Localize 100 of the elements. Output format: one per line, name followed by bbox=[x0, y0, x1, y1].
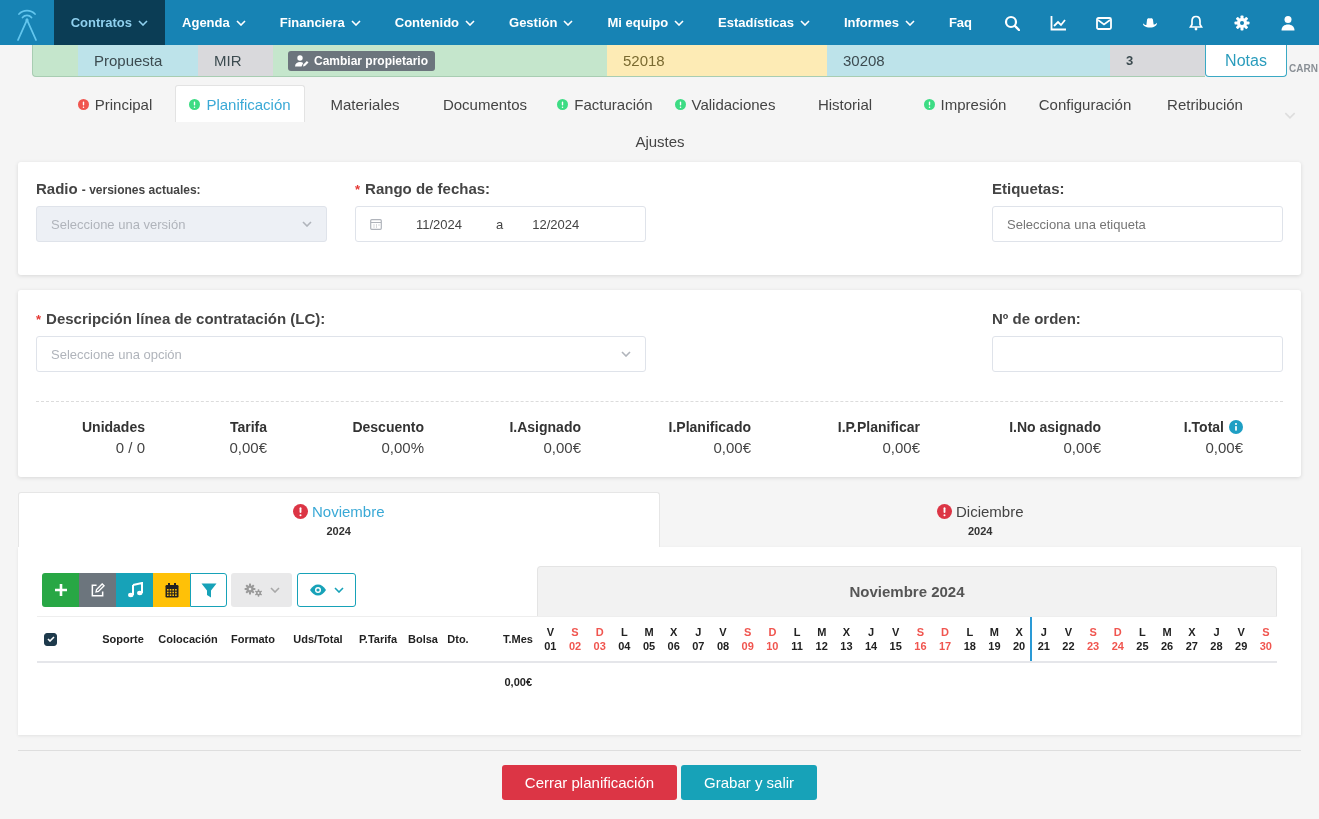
nav-menu-item[interactable]: Agenda bbox=[165, 0, 263, 45]
summary-label: Unidades bbox=[82, 419, 145, 435]
summary-value: 0,00% bbox=[381, 439, 424, 456]
mail-icon bbox=[1096, 14, 1112, 31]
required-mark: * bbox=[36, 312, 42, 327]
nav-menu-item[interactable]: Contenido bbox=[377, 0, 492, 45]
status-strip bbox=[32, 45, 78, 77]
section-tab[interactable]: Principal bbox=[55, 85, 175, 122]
column-header: T.Mes bbox=[503, 633, 533, 645]
line-chart-icon bbox=[1050, 14, 1066, 31]
day-header: L 11 bbox=[790, 625, 804, 654]
save-and-exit-button[interactable]: Grabar y salir bbox=[681, 765, 818, 800]
order-number-field[interactable] bbox=[992, 336, 1283, 372]
day-header: M 05 bbox=[641, 625, 657, 654]
section-tab[interactable]: Validaciones bbox=[665, 85, 785, 122]
field-label: Etiquetas: bbox=[992, 180, 1066, 197]
change-owner-button[interactable]: Cambiar propietario bbox=[288, 50, 436, 71]
column-header: Soporte bbox=[102, 633, 144, 645]
section-tab[interactable]: Facturación bbox=[545, 85, 665, 122]
number-field: 30208 bbox=[827, 45, 1110, 77]
settings-dropdown-button[interactable] bbox=[231, 573, 292, 607]
column-header: Dto. bbox=[447, 633, 469, 645]
section-tab[interactable]: Impresión bbox=[905, 85, 1025, 122]
code-field: MIR bbox=[198, 45, 273, 77]
eye-icon bbox=[309, 584, 327, 596]
settings-icon bbox=[1234, 14, 1250, 31]
calendar-title: Noviembre 2024 bbox=[537, 566, 1277, 616]
calendar-icon bbox=[164, 582, 179, 598]
owner-name-text: CARN bbox=[1289, 63, 1318, 74]
section-tab[interactable]: Historial bbox=[785, 85, 905, 122]
month-tab[interactable]: Noviembre 2024 bbox=[18, 492, 660, 547]
day-header: M 26 bbox=[1160, 625, 1175, 654]
section-tab[interactable]: Ajustes bbox=[600, 122, 720, 159]
field-label: Nº de orden: bbox=[992, 310, 1082, 327]
summary-value: 0,00€ bbox=[713, 439, 751, 456]
nav-menu-item[interactable]: Financiera bbox=[262, 0, 378, 45]
day-header: V 08 bbox=[715, 625, 731, 654]
chevron-down-icon bbox=[302, 221, 312, 227]
calendar-icon bbox=[370, 218, 382, 230]
nav-menu-item[interactable]: Faq bbox=[931, 0, 989, 45]
day-header: V 15 bbox=[888, 625, 903, 654]
add-button[interactable] bbox=[42, 573, 79, 607]
month-tab[interactable]: Diciembre 2024 bbox=[659, 492, 1301, 547]
day-header: D 17 bbox=[937, 625, 953, 654]
summary-value: 0 / 0 bbox=[115, 439, 145, 456]
section-tab[interactable]: Configuración bbox=[1025, 85, 1145, 122]
column-header: Bolsa bbox=[408, 633, 438, 645]
user-icon bbox=[1280, 14, 1296, 31]
status-field: Propuesta bbox=[78, 45, 198, 77]
summary-value: 0,00€ bbox=[1205, 439, 1243, 456]
day-header: S 02 bbox=[567, 625, 583, 654]
chevron-down-icon bbox=[269, 587, 280, 593]
summary-label: I.Total bbox=[1183, 419, 1224, 435]
tags-field[interactable]: Selecciona una etiqueta bbox=[992, 206, 1283, 242]
day-header: D 24 bbox=[1110, 625, 1125, 654]
day-header: X 06 bbox=[666, 625, 681, 654]
day-header: L 18 bbox=[962, 625, 977, 654]
bell-icon bbox=[1188, 14, 1204, 31]
column-header: Uds/Total bbox=[293, 633, 343, 645]
day-header: D 03 bbox=[592, 625, 607, 654]
day-header: S 30 bbox=[1258, 625, 1273, 654]
column-header: Formato bbox=[231, 633, 275, 645]
day-header: D 10 bbox=[765, 625, 780, 654]
nav-menu-item[interactable]: Estadísticas bbox=[701, 0, 827, 45]
plus-icon bbox=[53, 583, 68, 597]
close-planning-button[interactable]: Cerrar planificación bbox=[501, 765, 678, 800]
chevron-down-icon bbox=[621, 351, 631, 357]
date-range-field[interactable]: 11/2024 a 12/2024 bbox=[355, 206, 646, 242]
calendar-button[interactable] bbox=[153, 573, 190, 607]
select-all-checkbox[interactable] bbox=[44, 632, 57, 646]
day-header: V 01 bbox=[543, 625, 558, 654]
number-field: 52018 bbox=[607, 45, 827, 77]
nav-menu-item[interactable]: Gestión bbox=[492, 0, 591, 45]
month-total: 0,00€ bbox=[503, 675, 532, 688]
day-header: L 25 bbox=[1135, 625, 1150, 654]
summary-label: I.Asignado bbox=[509, 419, 581, 435]
day-header: V 29 bbox=[1234, 625, 1249, 654]
nav-menu-item[interactable]: Mi equipo bbox=[590, 0, 702, 45]
nav-menu-item[interactable]: Contratos bbox=[53, 0, 166, 45]
section-tab[interactable]: Documentos bbox=[425, 85, 545, 122]
summary-value: 0,00€ bbox=[882, 439, 920, 456]
day-header: S 23 bbox=[1086, 625, 1101, 654]
section-tab[interactable]: Retribución bbox=[1145, 85, 1265, 122]
music-note-icon bbox=[126, 582, 143, 598]
day-header: V 22 bbox=[1061, 625, 1076, 654]
notes-button[interactable]: Notas bbox=[1205, 45, 1287, 77]
edit-button[interactable] bbox=[79, 573, 116, 607]
nav-menu-item[interactable]: Informes bbox=[826, 0, 932, 45]
day-header: J 21 bbox=[1030, 617, 1056, 661]
summary-label: I.P.Planificar bbox=[837, 419, 920, 435]
section-tab[interactable]: Materiales bbox=[305, 85, 425, 122]
summary-value: 0,00€ bbox=[543, 439, 581, 456]
day-header: X 20 bbox=[1011, 625, 1027, 654]
summary-value: 0,00€ bbox=[229, 439, 267, 456]
section-tab[interactable]: Planificación bbox=[175, 85, 305, 122]
view-dropdown-button[interactable] bbox=[297, 573, 356, 607]
summary-value: 0,00€ bbox=[1063, 439, 1101, 456]
day-header: M 19 bbox=[987, 625, 1002, 654]
summary-label: Tarifa bbox=[229, 419, 267, 435]
day-header: J 28 bbox=[1209, 625, 1224, 654]
